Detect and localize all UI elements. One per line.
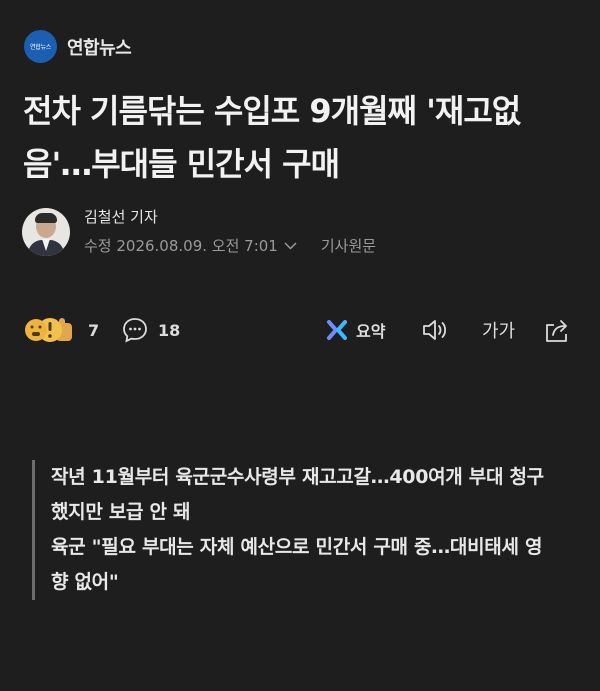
summary-label: 요약: [356, 322, 386, 341]
article-headline: 전차 기름닦는 수입포 9개월째 '재고없음'…부대들 민간서 구매: [23, 92, 521, 183]
text-to-speech-button[interactable]: [422, 312, 450, 348]
original-article-link[interactable]: 기사원문: [321, 235, 376, 256]
speaker-icon: [422, 318, 450, 342]
font-size-button[interactable]: 가가: [482, 312, 515, 348]
comment-count: 18: [158, 320, 181, 340]
reporter-name[interactable]: 김철선 기자: [84, 206, 376, 227]
reporter-avatar[interactable]: [22, 208, 70, 256]
reaction-count: 7: [88, 320, 100, 340]
byline: 김철선 기자 수정 2026.08.09. 오전 7:01 기사원문: [22, 208, 376, 256]
press-header[interactable]: 연합뉴스 연합뉴스: [24, 30, 132, 63]
comment-button[interactable]: 18: [122, 312, 180, 348]
summary-bot-icon: [326, 319, 348, 341]
reaction-emoji-icon: [24, 315, 78, 345]
font-size-icon: 가가: [482, 321, 516, 342]
press-logo[interactable]: 연합뉴스: [24, 30, 57, 63]
share-icon: [544, 317, 572, 343]
summary-line: 작년 11월부터 육군군수사령부 재고고갈…400여개 부대 청구했지만 보급 …: [51, 466, 544, 523]
article-summary: 작년 11월부터 육군군수사령부 재고고갈…400여개 부대 청구했지만 보급 …: [32, 460, 552, 600]
chevron-down-icon[interactable]: [284, 239, 297, 253]
share-button[interactable]: [544, 312, 572, 348]
reaction-button[interactable]: 7: [24, 312, 99, 348]
comment-icon: [122, 317, 148, 343]
summary-button[interactable]: 요약: [326, 312, 385, 348]
summary-line: 육군 "필요 부대는 자체 예산으로 민간서 구매 중…대비태세 영향 없어": [51, 536, 543, 593]
press-name[interactable]: 연합뉴스: [67, 34, 132, 60]
article-toolbar: 7 18 요약 가가: [24, 312, 576, 352]
article-date[interactable]: 수정 2026.08.09. 오전 7:01: [84, 235, 278, 256]
